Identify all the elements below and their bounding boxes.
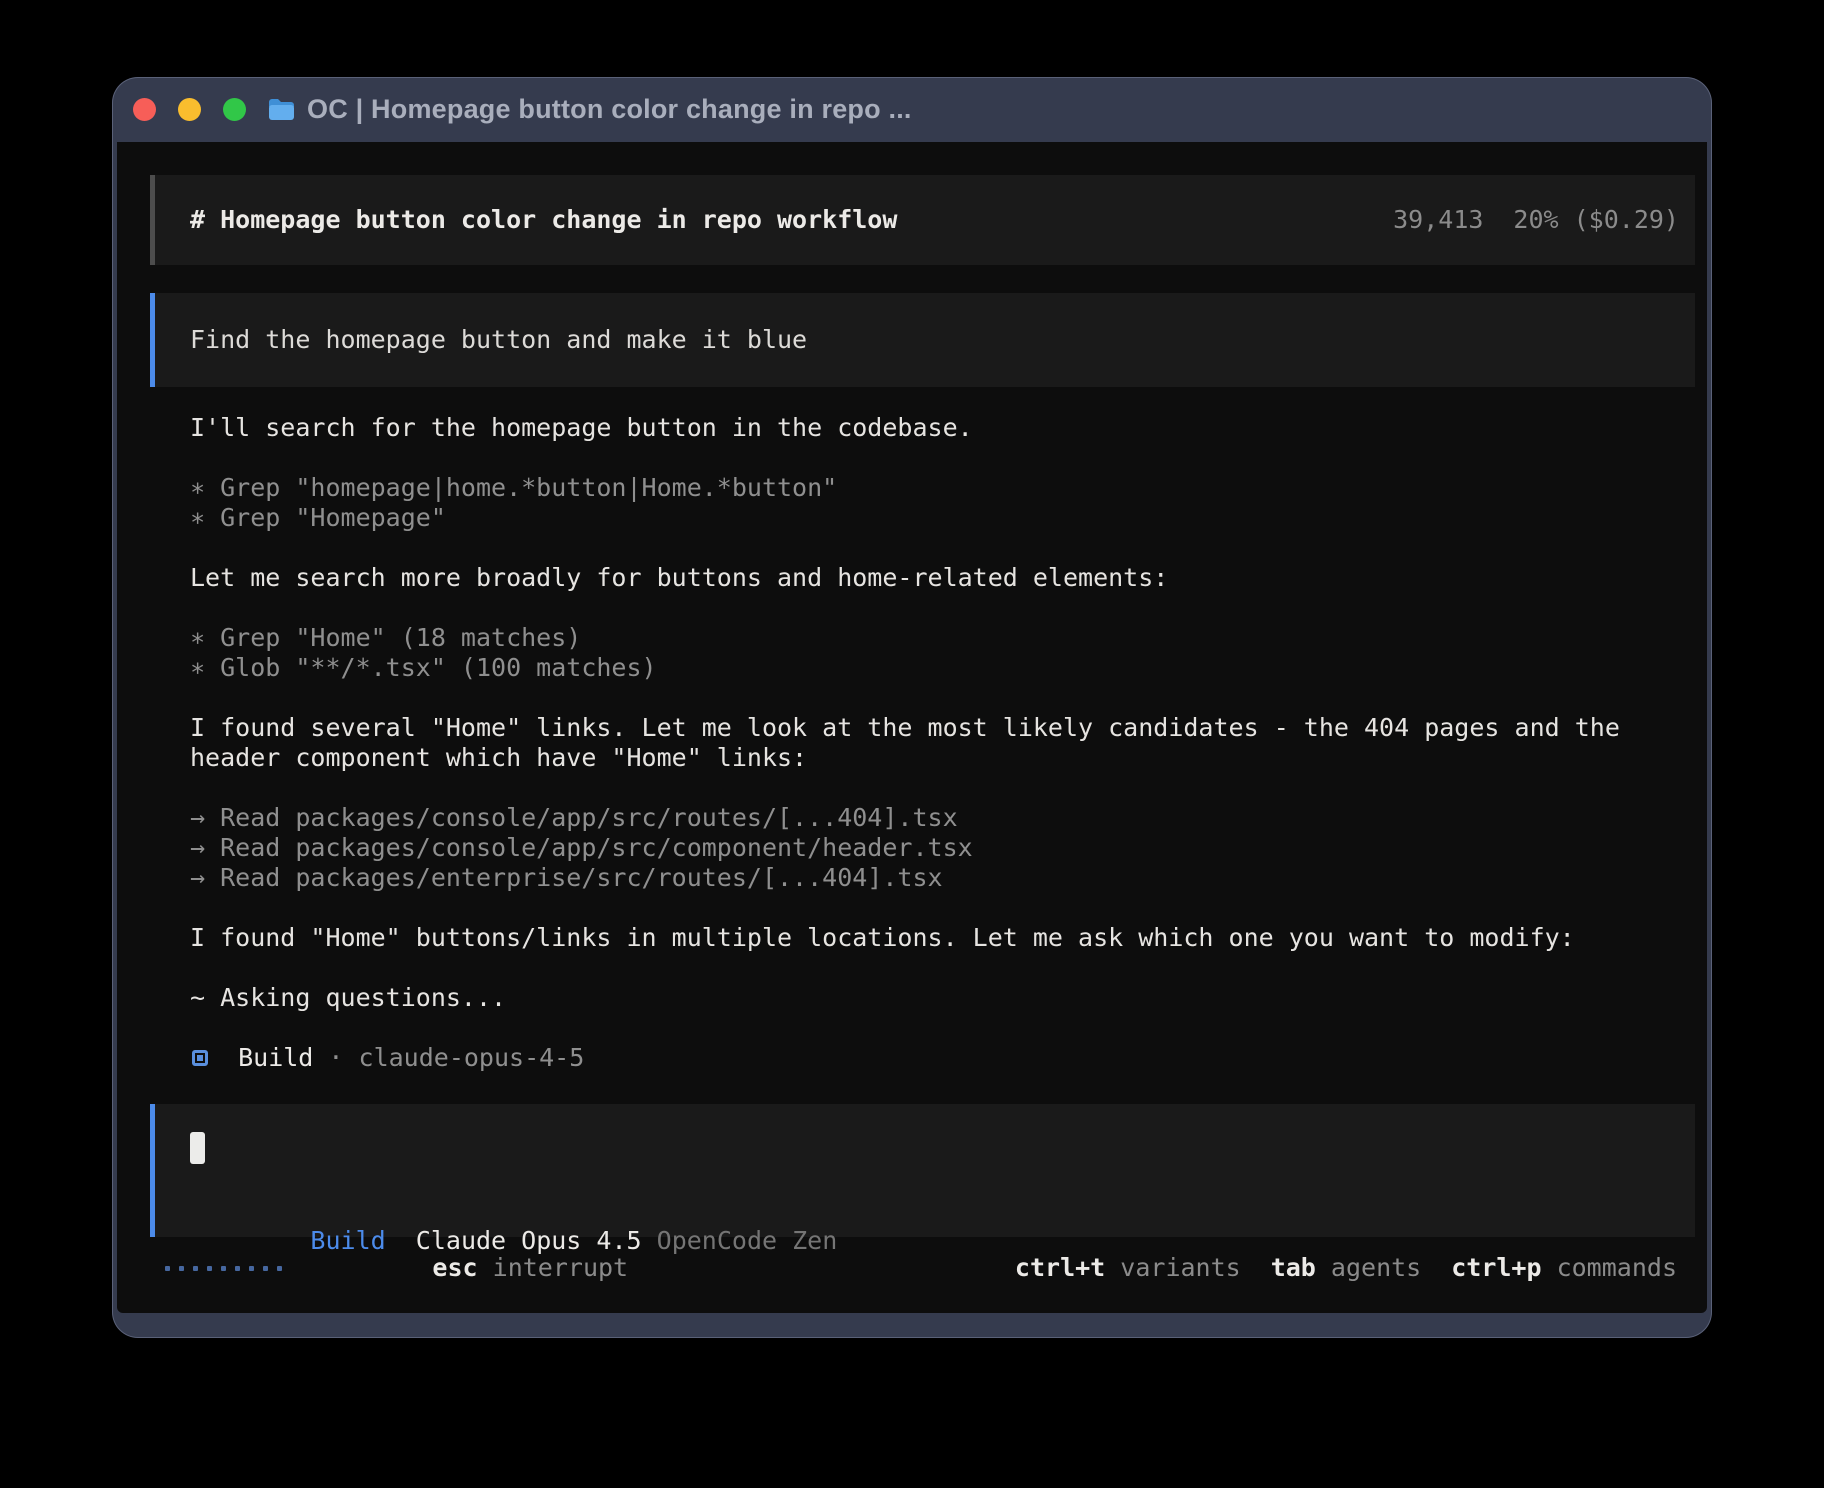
- spinner-dots-icon: [165, 1266, 282, 1271]
- blank-line: [190, 953, 1695, 983]
- tool-call-line: ∗ Grep "Home" (18 matches): [190, 623, 1695, 653]
- tool-call-line: ∗ Grep "homepage|home.*button|Home.*butt…: [190, 473, 1695, 503]
- zoom-button[interactable]: [223, 98, 246, 121]
- window-title: OC | Homepage button color change in rep…: [307, 94, 912, 125]
- agent-model: claude-opus-4-5: [359, 1043, 585, 1072]
- agent-name: Build: [208, 1043, 313, 1072]
- minimize-button[interactable]: [178, 98, 201, 121]
- build-agent-icon: [192, 1050, 208, 1066]
- model-provider-label: OpenCode Zen: [657, 1226, 838, 1255]
- tool-call-line: ∗ Grep "Homepage": [190, 503, 1695, 533]
- user-message-text: Find the homepage button and make it blu…: [190, 325, 807, 355]
- interrupt-hint: esc interrupt: [312, 1223, 628, 1313]
- interrupt-label: interrupt: [493, 1253, 628, 1282]
- blank-line: [190, 893, 1695, 923]
- blank-line: [190, 683, 1695, 713]
- terminal-window: OC | Homepage button color change in rep…: [112, 77, 1712, 1338]
- blank-line: [190, 1013, 1695, 1043]
- blank-line: [190, 773, 1695, 803]
- session-stats: 39,413 20% ($0.29): [1393, 205, 1679, 235]
- tool-call-line: → Read packages/console/app/src/routes/[…: [190, 803, 1695, 833]
- session-title: # Homepage button color change in repo w…: [190, 205, 897, 235]
- session-header: # Homepage button color change in repo w…: [150, 175, 1695, 265]
- blank-line: [190, 443, 1695, 473]
- traffic-lights: [133, 98, 246, 121]
- message-input[interactable]: Build Claude Opus 4.5 OpenCode Zen: [150, 1104, 1695, 1237]
- token-count: 39,413: [1393, 205, 1483, 235]
- assistant-text-line: I'll search for the homepage button in t…: [190, 413, 1695, 443]
- terminal-content: # Homepage button color change in repo w…: [117, 142, 1707, 1313]
- assistant-text-line: ~ Asking questions...: [190, 983, 1695, 1013]
- assistant-text-line: I found "Home" buttons/links in multiple…: [190, 923, 1695, 953]
- tool-call-line: ∗ Glob "**/*.tsx" (100 matches): [190, 653, 1695, 683]
- status-bar: esc interrupt ctrl+t variantstab agentsc…: [150, 1253, 1695, 1283]
- window-titlebar: OC | Homepage button color change in rep…: [112, 77, 1712, 142]
- tool-call-line: → Read packages/console/app/src/componen…: [190, 833, 1695, 863]
- esc-key-label: esc: [432, 1253, 477, 1282]
- user-message: Find the homepage button and make it blu…: [150, 293, 1695, 387]
- assistant-text-line: header component which have "Home" links…: [190, 743, 1695, 773]
- blank-line: [190, 533, 1695, 563]
- assistant-text-line: I found several "Home" links. Let me loo…: [190, 713, 1695, 743]
- hint-commands: ctrl+p commands: [1451, 1253, 1677, 1283]
- hint-variants: ctrl+t variants: [1015, 1253, 1241, 1283]
- folder-icon: [268, 98, 295, 122]
- blank-line: [190, 593, 1695, 623]
- hint-agents: tab agents: [1271, 1253, 1422, 1283]
- keyboard-hints: ctrl+t variants tab agents ctrl+p commands: [1015, 1253, 1677, 1283]
- close-button[interactable]: [133, 98, 156, 121]
- agent-status-line: Build · claude-opus-4-5: [190, 1043, 1695, 1073]
- model-status-row: Build Claude Opus 4.5 OpenCode Zen: [190, 1196, 1679, 1226]
- context-usage: 20% ($0.29): [1513, 205, 1679, 235]
- tool-call-line: → Read packages/enterprise/src/routes/[.…: [190, 863, 1695, 893]
- assistant-transcript: I'll search for the homepage button in t…: [150, 413, 1695, 1073]
- assistant-text-line: Let me search more broadly for buttons a…: [190, 563, 1695, 593]
- text-cursor: [190, 1132, 205, 1164]
